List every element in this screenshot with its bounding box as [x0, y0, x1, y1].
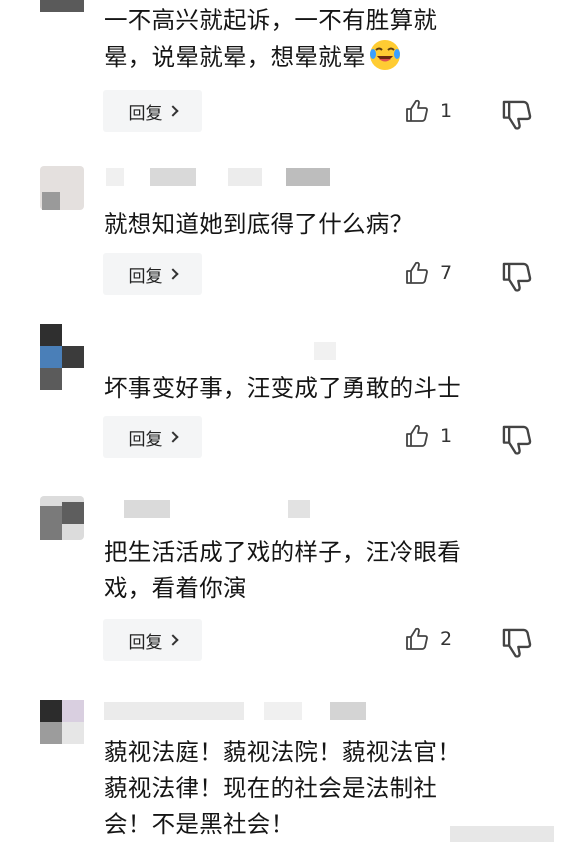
- like-button[interactable]: 2: [404, 622, 474, 656]
- reply-button[interactable]: 回复: [103, 253, 202, 295]
- like-button[interactable]: 1: [404, 419, 474, 453]
- thumbs-down-icon[interactable]: [500, 98, 534, 132]
- watermark-blurred: [450, 826, 554, 842]
- like-button[interactable]: 7: [404, 256, 474, 290]
- avatar[interactable]: [40, 0, 84, 12]
- comment-text: 把生活活成了戏的样子，汪冷眼看 戏，看着你演: [104, 538, 461, 602]
- thumbs-up-icon: [406, 99, 428, 122]
- avatar[interactable]: [40, 496, 84, 540]
- like-count: 1: [440, 425, 453, 447]
- chevron-right-icon: [166, 634, 179, 646]
- like-count: 2: [440, 628, 453, 650]
- chevron-right-icon: [166, 105, 179, 117]
- comment-text: 一不高兴就起诉，一不有胜算就 晕，说晕就晕，想晕就晕: [104, 6, 438, 71]
- avatar[interactable]: [40, 166, 84, 210]
- comment-text: 坏事变好事，汪变成了勇敢的斗士: [104, 374, 461, 402]
- reply-button[interactable]: 回复: [103, 90, 202, 132]
- like-count: 7: [440, 262, 453, 284]
- reply-button[interactable]: 回复: [103, 416, 202, 458]
- thumbs-up-icon: [406, 424, 428, 447]
- chevron-right-icon: [166, 268, 179, 280]
- like-count: 1: [440, 100, 453, 122]
- thumbs-up-icon: [406, 627, 428, 650]
- thumbs-down-icon[interactable]: [500, 260, 534, 294]
- chevron-right-icon: [166, 431, 179, 443]
- comment-text: 就想知道她到底得了什么病？: [104, 210, 414, 238]
- reply-button[interactable]: 回复: [103, 619, 202, 661]
- thumbs-down-icon[interactable]: [500, 423, 534, 457]
- crying-laughing-emoji-icon: [369, 40, 400, 70]
- avatar[interactable]: [40, 700, 84, 744]
- thumbs-down-icon[interactable]: [500, 626, 534, 660]
- avatar[interactable]: [40, 324, 84, 390]
- like-button[interactable]: 1: [404, 94, 474, 128]
- thumbs-up-icon: [406, 261, 428, 284]
